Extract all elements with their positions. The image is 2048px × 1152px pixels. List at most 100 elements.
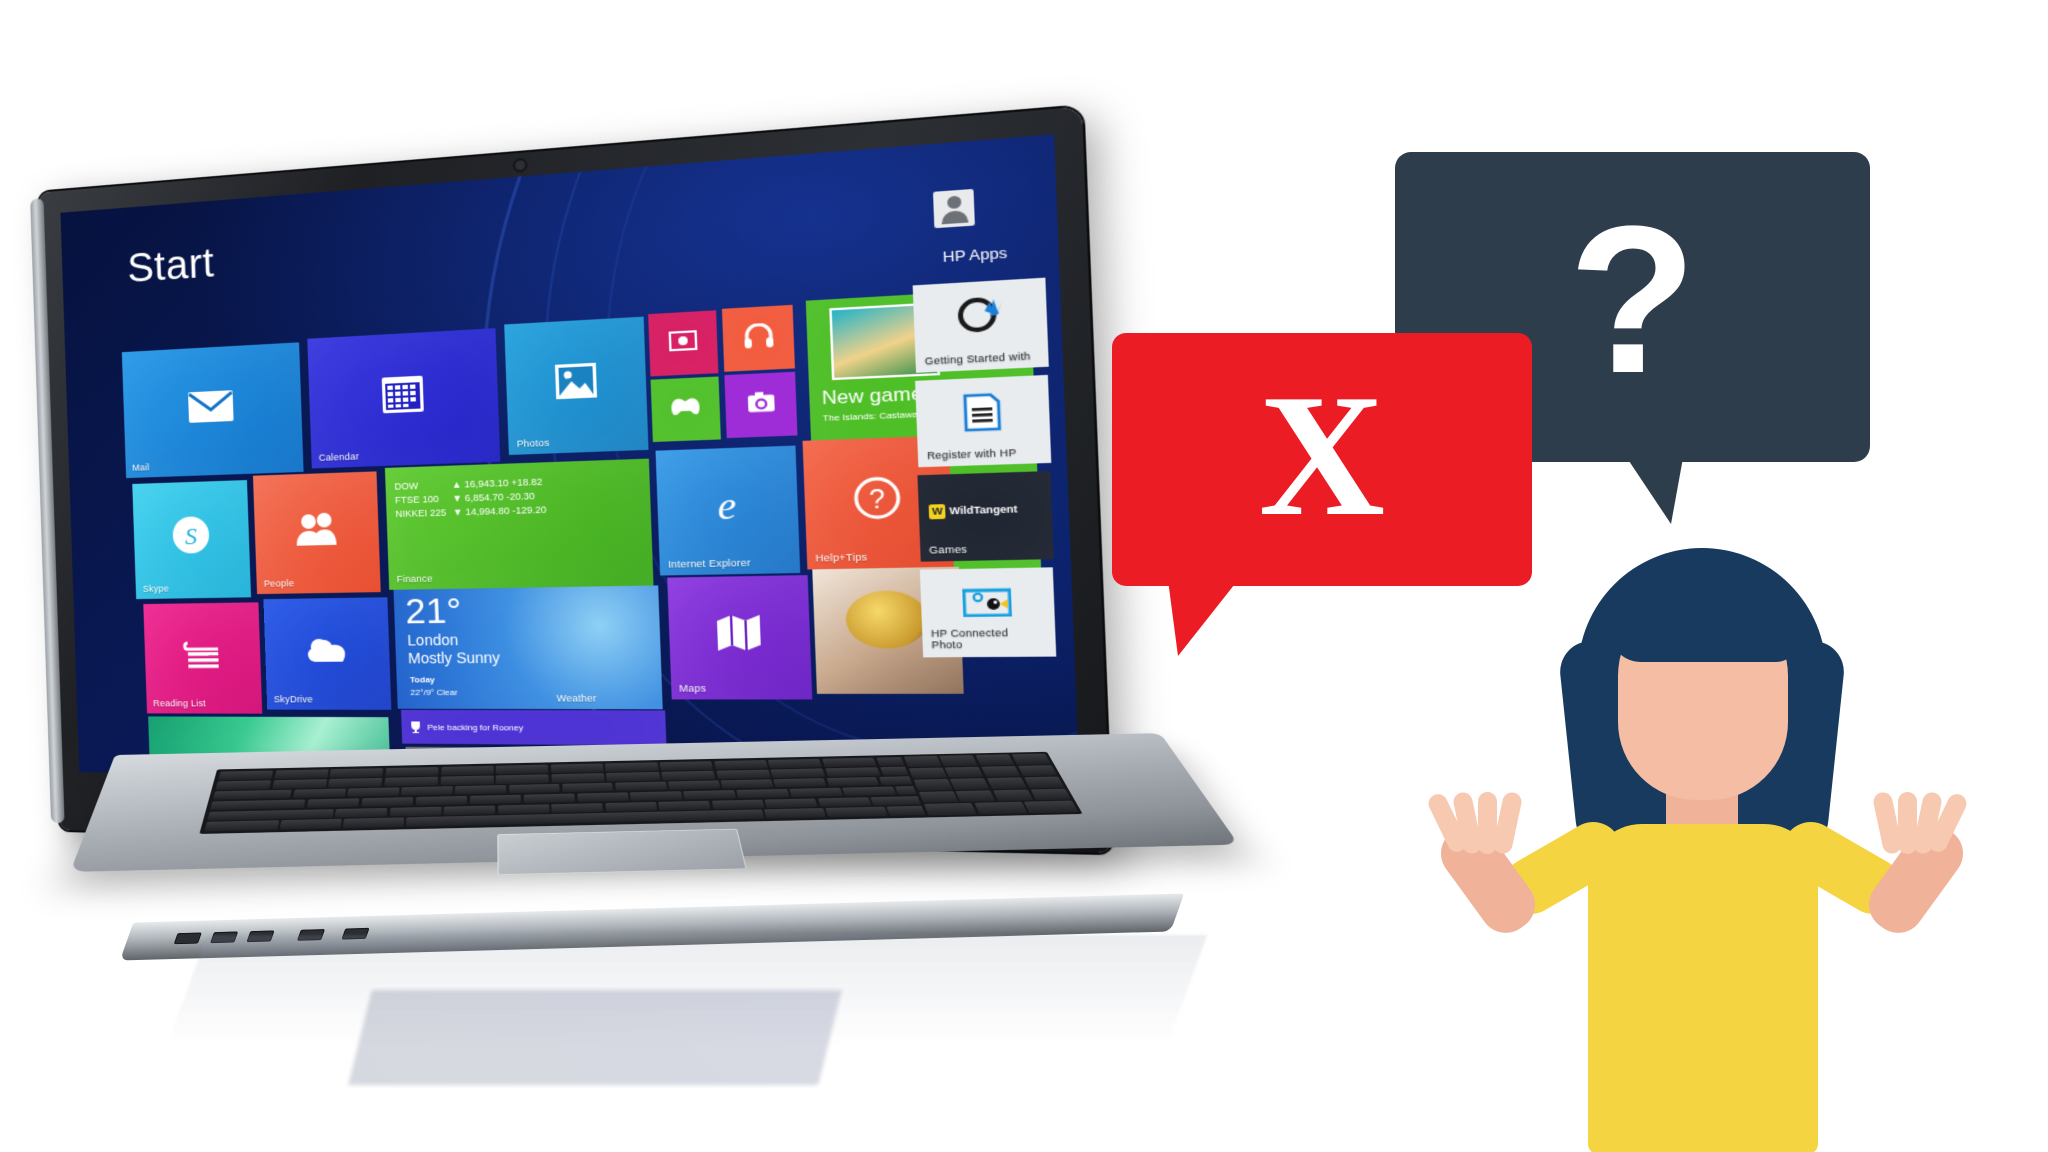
- tile-people[interactable]: People: [252, 471, 381, 594]
- tile-mail[interactable]: Mail: [121, 342, 304, 479]
- key[interactable]: [667, 780, 721, 790]
- tile-music[interactable]: [722, 304, 795, 373]
- key[interactable]: [923, 803, 977, 816]
- key[interactable]: [944, 766, 984, 778]
- key[interactable]: [773, 778, 827, 788]
- key[interactable]: [274, 769, 329, 779]
- key[interactable]: [711, 799, 765, 810]
- key[interactable]: [443, 805, 496, 816]
- key[interactable]: [913, 779, 953, 791]
- key[interactable]: [992, 789, 1034, 802]
- key[interactable]: [1024, 800, 1078, 814]
- key[interactable]: [415, 795, 468, 806]
- key[interactable]: [440, 775, 494, 786]
- key[interactable]: [334, 807, 388, 818]
- tile-skype[interactable]: S Skype: [132, 479, 252, 600]
- key[interactable]: [455, 785, 507, 795]
- tile-internet-explorer[interactable]: e Internet Explorer: [655, 445, 801, 576]
- key-caps[interactable]: [210, 799, 306, 811]
- touchpad[interactable]: [497, 828, 747, 875]
- tile-register-with-hp[interactable]: Register with HP: [915, 374, 1052, 468]
- tile-weather[interactable]: 21° London Mostly Sunny Today 22°/9° Cle…: [393, 585, 663, 709]
- key[interactable]: [614, 781, 667, 792]
- key[interactable]: [218, 770, 274, 781]
- tile-hp-connected-photo[interactable]: HP Connected Photo: [919, 567, 1057, 657]
- key[interactable]: [469, 794, 521, 805]
- key[interactable]: [329, 768, 384, 778]
- key[interactable]: [736, 788, 790, 799]
- key[interactable]: [825, 806, 888, 818]
- key[interactable]: [360, 796, 414, 807]
- key[interactable]: [1023, 776, 1064, 789]
- key[interactable]: [215, 780, 272, 790]
- key[interactable]: [605, 762, 659, 772]
- key[interactable]: [903, 756, 942, 768]
- key[interactable]: [768, 759, 823, 769]
- key[interactable]: [1017, 765, 1058, 777]
- key[interactable]: [576, 792, 629, 802]
- key[interactable]: [789, 787, 843, 798]
- key[interactable]: [770, 768, 826, 778]
- key[interactable]: [975, 754, 1015, 766]
- key[interactable]: [826, 776, 880, 787]
- key[interactable]: [658, 800, 711, 811]
- key[interactable]: [955, 790, 996, 803]
- key[interactable]: [495, 764, 549, 775]
- key[interactable]: [825, 767, 881, 777]
- tile-photos[interactable]: Photos: [504, 316, 649, 455]
- key[interactable]: [495, 774, 550, 784]
- key[interactable]: [986, 777, 1027, 789]
- key[interactable]: [973, 801, 1028, 815]
- key[interactable]: [1030, 788, 1071, 801]
- key[interactable]: [293, 788, 346, 799]
- key[interactable]: [720, 779, 774, 789]
- key-win[interactable]: [342, 817, 404, 829]
- key[interactable]: [384, 776, 439, 787]
- key-tab[interactable]: [212, 789, 293, 800]
- key[interactable]: [659, 761, 714, 771]
- key[interactable]: [630, 791, 683, 801]
- key[interactable]: [683, 789, 737, 800]
- key[interactable]: [497, 804, 550, 815]
- tile-maps[interactable]: Maps: [667, 575, 813, 700]
- tile-camera-2[interactable]: [724, 371, 798, 439]
- key[interactable]: [271, 779, 327, 789]
- keyboard[interactable]: [199, 753, 1016, 834]
- key[interactable]: [561, 782, 614, 793]
- tile-skydrive[interactable]: SkyDrive: [263, 597, 392, 711]
- key[interactable]: [551, 773, 605, 783]
- key[interactable]: [1011, 753, 1051, 765]
- tile-reading-list[interactable]: Reading List: [142, 602, 262, 714]
- key[interactable]: [385, 767, 439, 777]
- numeric-keypad[interactable]: [899, 752, 1083, 818]
- key[interactable]: [842, 786, 897, 797]
- key[interactable]: [347, 787, 400, 797]
- key[interactable]: [817, 797, 871, 807]
- key[interactable]: [389, 806, 442, 817]
- tile-xbox-games[interactable]: [650, 376, 722, 443]
- key[interactable]: [950, 778, 990, 790]
- key[interactable]: [981, 765, 1021, 778]
- key[interactable]: [551, 802, 604, 813]
- key-fn[interactable]: [279, 819, 342, 830]
- tile-camera[interactable]: [647, 310, 719, 377]
- key[interactable]: [918, 791, 959, 803]
- tile-finance[interactable]: DOW ▲ 16,943.10 +18.82 FTSE 100 ▼ 6,854.…: [385, 458, 654, 590]
- key[interactable]: [328, 777, 383, 788]
- key[interactable]: [713, 760, 768, 770]
- key[interactable]: [306, 798, 360, 808]
- key[interactable]: [939, 755, 979, 767]
- key-ctrl[interactable]: [204, 820, 279, 832]
- tile-getting-started[interactable]: Getting Started with: [912, 277, 1050, 373]
- tile-calendar[interactable]: Calendar: [307, 328, 501, 469]
- key[interactable]: [716, 769, 771, 779]
- key[interactable]: [822, 757, 877, 768]
- key[interactable]: [508, 783, 560, 794]
- key[interactable]: [606, 772, 661, 782]
- key[interactable]: [440, 766, 494, 776]
- key[interactable]: [764, 798, 818, 809]
- key-alt[interactable]: [764, 808, 826, 819]
- key[interactable]: [604, 801, 657, 812]
- tile-games-wildtangent[interactable]: W WildTangent Games: [917, 470, 1054, 562]
- key[interactable]: [523, 793, 575, 804]
